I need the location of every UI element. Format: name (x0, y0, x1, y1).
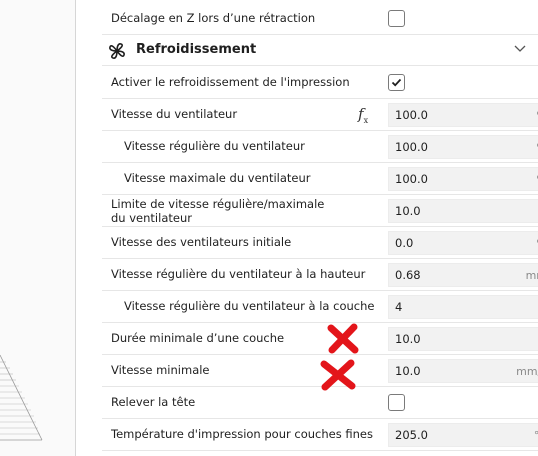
cooling-section-header[interactable]: Refroidissement (102, 36, 538, 66)
red-cross-annotation-icon (327, 323, 359, 354)
setting-label: Décalage en Z lors d’une rétraction (111, 11, 316, 25)
z-hop-checkbox[interactable] (388, 10, 405, 27)
setting-label: Relever la tête (111, 395, 196, 409)
min-layer-time-field[interactable]: s (388, 327, 538, 351)
enable-cooling-checkbox[interactable] (388, 74, 405, 91)
settings-panel: Décalage en Z lors d’une rétraction Refr… (76, 0, 538, 456)
setting-label: Vitesse du ventilateur (111, 107, 238, 121)
setting-label: Vitesse maximale du ventilateur (124, 171, 311, 185)
setting-label: Vitesse des ventilateurs initiale (111, 235, 292, 249)
fx-subscript: x (363, 116, 369, 125)
setting-label: Vitesse régulière du ventilateur à la co… (124, 299, 375, 313)
setting-label: Limite de vitesse régulière/maximale du … (111, 197, 325, 225)
min-speed-input[interactable] (389, 360, 495, 382)
lift-head-checkbox[interactable] (388, 394, 405, 411)
min-speed-field[interactable]: mm/s (388, 359, 538, 383)
regular-fan-speed-field[interactable]: % (388, 135, 538, 159)
setting-row-regular-fan-speed: Vitesse régulière du ventilateur % (102, 131, 538, 163)
print-temp-thin-field[interactable]: °C (388, 423, 538, 447)
fan-speed-input[interactable] (389, 104, 495, 126)
initial-fan-speed-input[interactable] (389, 232, 495, 254)
setting-row-min-layer-time: Durée minimale d’une couche s (102, 323, 538, 355)
fan-speed-height-input[interactable] (389, 264, 495, 286)
setting-row-enable-cooling: Activer le refroidissement de l'impressi… (102, 67, 538, 99)
unit-label: mm/s (516, 365, 538, 378)
unit-label: °C (533, 429, 538, 442)
setting-label: Vitesse régulière du ventilateur à la ha… (111, 267, 366, 281)
fan-speed-height-field[interactable]: mm (388, 263, 538, 287)
setting-row-max-fan-speed: Vitesse maximale du ventilateur % (102, 163, 538, 195)
setting-label: Activer le refroidissement de l'impressi… (111, 75, 350, 89)
max-fan-speed-input[interactable] (389, 168, 495, 190)
setting-row-fan-threshold: Limite de vitesse régulière/maximale du … (102, 195, 538, 227)
setting-row-fan-speed-height: Vitesse régulière du ventilateur à la ha… (102, 259, 538, 291)
setting-row-fan-speed-layer: Vitesse régulière du ventilateur à la co… (102, 291, 538, 323)
setting-label: Vitesse régulière du ventilateur (124, 139, 305, 153)
setting-row-print-temp-thin: Température d'impression pour couches fi… (102, 419, 538, 451)
setting-row-fan-speed: Vitesse du ventilateur fx % (102, 99, 538, 131)
checkmark-icon (391, 78, 402, 87)
setting-row-initial-fan-speed: Vitesse des ventilateurs initiale % (102, 227, 538, 259)
initial-fan-speed-field[interactable]: % (388, 231, 538, 255)
fan-speed-field[interactable]: % (388, 103, 538, 127)
section-title: Refroidissement (136, 42, 257, 57)
fan-threshold-field[interactable]: s (388, 199, 538, 223)
chevron-down-icon[interactable] (514, 45, 526, 53)
fan-icon (109, 43, 125, 59)
setting-label: Température d'impression pour couches fi… (111, 427, 373, 441)
fan-speed-layer-field[interactable] (388, 295, 538, 319)
print-temp-thin-input[interactable] (389, 424, 495, 446)
unit-label: mm (525, 269, 538, 282)
model-preview-graphic (0, 354, 43, 441)
regular-fan-speed-input[interactable] (389, 136, 495, 158)
fan-threshold-input[interactable] (389, 200, 495, 222)
function-icon[interactable]: fx (358, 105, 368, 125)
min-layer-time-input[interactable] (389, 328, 495, 350)
model-viewport-panel[interactable] (0, 0, 76, 456)
fan-speed-layer-input[interactable] (389, 296, 495, 318)
max-fan-speed-field[interactable]: % (388, 167, 538, 191)
red-cross-annotation-icon (320, 359, 356, 391)
setting-row-z-hop: Décalage en Z lors d’une rétraction (102, 3, 538, 35)
